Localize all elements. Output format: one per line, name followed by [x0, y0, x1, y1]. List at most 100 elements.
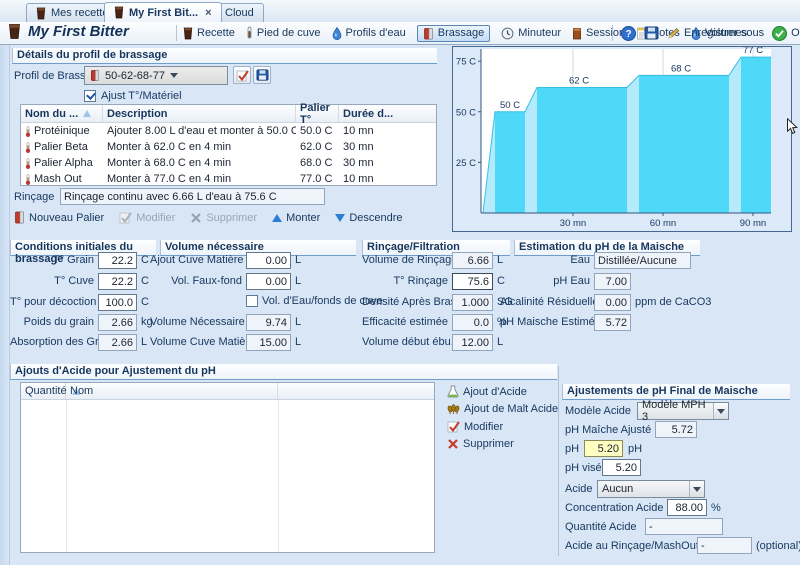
sort-asc-icon: [83, 110, 91, 117]
table-row[interactable]: Mash Out Monter à 77.0 C en 4 min 77.0 C…: [21, 171, 436, 187]
delete-step-button[interactable]: Supprimer: [190, 212, 257, 224]
volume-necessaire-unit: L: [295, 314, 301, 331]
t-rincage-label: T° Rinçage: [362, 273, 448, 290]
save-icon[interactable]: [644, 26, 659, 40]
nav-profils-eau-button[interactable]: Profils d'eau: [332, 27, 406, 40]
profil-brassage-combo[interactable]: 50-62-68-77: [84, 66, 228, 85]
close-icon[interactable]: ×: [205, 7, 211, 19]
checkbox-icon: [84, 90, 96, 102]
move-up-button[interactable]: Monter: [272, 212, 320, 224]
absorption-unit: L: [141, 334, 147, 351]
column-header-nom-acide[interactable]: Nom: [66, 383, 278, 399]
ajout-cuve-label: Ajout Cuve Matière: [150, 252, 242, 269]
volume-cuve-field: 15.00: [246, 334, 291, 351]
beer-mug-icon: [183, 27, 193, 40]
concentration-label: Concentration Acide: [565, 500, 663, 517]
column-header-nom[interactable]: Nom du ...: [21, 105, 103, 122]
rincage-field[interactable]: Rinçage continu avec 6.66 L d'eau à 75.6…: [60, 188, 325, 205]
ph-maische-estime-label: pH Maische Estimé: [500, 314, 590, 331]
t-cuve-label: T° Cuve: [10, 273, 94, 290]
modele-acide-select[interactable]: Modèle MPH 3: [637, 402, 729, 420]
clock-icon: [501, 27, 514, 40]
ph-eau-field: 7.00: [594, 273, 631, 290]
save-icon: [256, 69, 269, 81]
t-decoction-field[interactable]: 100.0: [98, 294, 137, 311]
page-title: My First Bitter: [28, 23, 129, 40]
nav-label: Recette: [197, 27, 235, 39]
toolbar-separator: [176, 25, 177, 41]
tab-strip: Mes recettes My First Bit... × Cloud: [0, 0, 800, 22]
modele-acide-value: Modèle MPH 3: [642, 399, 713, 423]
volume-rincage-field: 6.66: [452, 252, 493, 269]
beer-mug-icon: [572, 27, 582, 40]
svg-text:77 C: 77 C: [743, 47, 763, 56]
delete-x-icon: [190, 212, 202, 224]
t-rincage-field[interactable]: 75.6: [452, 273, 493, 290]
column-header-duree[interactable]: Durée d...: [339, 105, 436, 122]
move-down-button[interactable]: Descendre: [335, 212, 402, 224]
help-icon[interactable]: ?: [621, 26, 636, 41]
section-title-profil: Détails du profil de brassage: [12, 48, 437, 64]
t-cuve-field[interactable]: 22.2: [98, 273, 137, 290]
add-acid-label: Ajout d'Acide: [463, 386, 527, 398]
save-profile-button[interactable]: [253, 66, 271, 84]
faux-fond-field[interactable]: 0.00: [246, 273, 291, 290]
edit-acid-button[interactable]: Modifier: [447, 420, 558, 433]
nav-minuteur-button[interactable]: Minuteur: [501, 27, 561, 40]
column-header-quantite[interactable]: Quantité: [21, 383, 66, 399]
modele-acide-label: Modèle Acide: [565, 403, 631, 420]
tab-my-first-bitter[interactable]: My First Bit... ×: [104, 2, 222, 22]
quantite-acide-label: Quantité Acide: [565, 519, 637, 536]
ajust-materiel-checkbox[interactable]: Ajust T°/Matériel: [84, 90, 182, 102]
mouse-cursor: [786, 118, 798, 135]
eau-field: Distillée/Aucune: [594, 252, 691, 269]
section-title-acid: Ajouts d'Acide pour Ajustement du pH: [10, 364, 557, 380]
t-grain-unit: C: [141, 252, 149, 269]
up-triangle-icon: [272, 214, 282, 222]
chevron-down-icon: [170, 73, 178, 78]
nav-label: Minuteur: [518, 27, 561, 39]
ph-vise-field[interactable]: 5.20: [602, 459, 641, 476]
t-grain-field[interactable]: 22.2: [98, 252, 137, 269]
column-divider: [66, 400, 67, 552]
ok-button[interactable]: OK: [772, 26, 800, 41]
edit-profile-button[interactable]: [233, 66, 251, 84]
column-header-palier[interactable]: Palier T°: [296, 105, 339, 122]
acid-table: Quantité Nom: [20, 382, 435, 553]
column-divider: [278, 400, 279, 552]
tab-label: My First Bit...: [129, 7, 198, 19]
new-step-button[interactable]: Nouveau Palier: [14, 211, 104, 224]
acide-value: Aucun: [602, 483, 633, 495]
table-row[interactable]: Palier Alpha Monter à 68.0 C en 4 min 68…: [21, 155, 436, 171]
t-decoction-unit: C: [141, 294, 149, 311]
ph-field[interactable]: 5.20: [584, 440, 623, 457]
ph-ajuste-label: pH Maîche Ajusté: [565, 422, 651, 439]
ph-label: pH: [565, 441, 579, 458]
chevron-down-icon: [713, 403, 728, 419]
edit-step-label: Modifier: [136, 212, 175, 224]
edit-step-button[interactable]: Modifier: [119, 211, 175, 224]
acide-select[interactable]: Aucun: [597, 480, 705, 498]
concentration-field[interactable]: 88.00: [667, 499, 707, 516]
pencil-icon: [667, 27, 680, 40]
volume-ebu-field: 12.00: [452, 334, 493, 351]
ajust-materiel-label: Ajust T°/Matériel: [101, 90, 182, 102]
delete-acid-button[interactable]: Supprimer: [447, 438, 558, 450]
save-as-button[interactable]: Enregistrer sous: [667, 27, 764, 40]
mash-tun-icon: [90, 69, 100, 82]
edit-check-icon: [119, 211, 132, 224]
toolbar-separator: [612, 25, 613, 41]
edit-acid-label: Modifier: [464, 421, 503, 433]
new-step-label: Nouveau Palier: [29, 212, 104, 224]
nav-brassage-button[interactable]: Brassage: [417, 25, 490, 42]
add-acid-malt-button[interactable]: Ajout de Malt Acide: [447, 403, 558, 415]
add-acid-button[interactable]: Ajout d'Acide: [447, 385, 558, 398]
svg-text:50 C: 50 C: [500, 100, 520, 111]
step-buttons-row: Nouveau Palier Modifier Supprimer Monter…: [14, 211, 403, 224]
table-row[interactable]: Palier Beta Monter à 62.0 C en 4 min 62.…: [21, 139, 436, 155]
nav-recette-button[interactable]: Recette: [183, 27, 235, 40]
table-row[interactable]: Protéinique Ajouter 8.00 L d'eau et mont…: [21, 123, 436, 139]
nav-pied-de-cuve-button[interactable]: Pied de cuve: [246, 26, 321, 40]
ajout-cuve-field[interactable]: 0.00: [246, 252, 291, 269]
column-header-description[interactable]: Description: [103, 105, 296, 122]
